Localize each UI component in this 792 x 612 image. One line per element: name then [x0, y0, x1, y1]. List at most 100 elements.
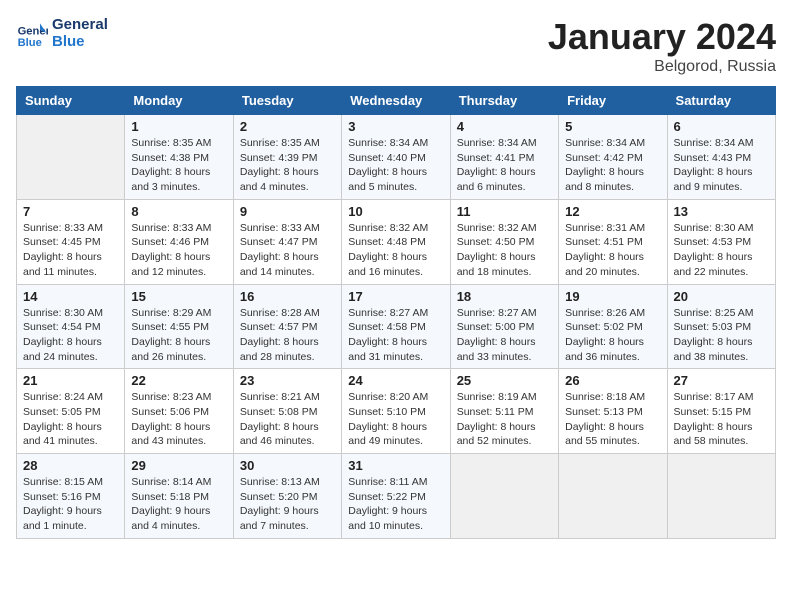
day-number: 5	[565, 119, 660, 134]
cell-4-4: 24Sunrise: 8:20 AMSunset: 5:10 PMDayligh…	[342, 369, 450, 454]
cell-2-3: 9 Sunrise: 8:33 AMSunset: 4:47 PMDaylight…	[233, 199, 341, 284]
cell-1-6: 5 Sunrise: 8:34 AMSunset: 4:42 PMDaylight…	[559, 115, 667, 200]
day-number: 1	[131, 119, 226, 134]
day-info: Sunrise: 8:26 AMSunset: 5:02 PMDaylight:…	[565, 306, 660, 365]
col-tuesday: Tuesday	[233, 87, 341, 115]
col-sunday: Sunday	[17, 87, 125, 115]
day-info: Sunrise: 8:21 AMSunset: 5:08 PMDaylight:…	[240, 390, 335, 449]
week-row-1: 1Sunrise: 8:35 AMSunset: 4:38 PMDaylight…	[17, 115, 776, 200]
cell-2-6: 12Sunrise: 8:31 AMSunset: 4:51 PMDayligh…	[559, 199, 667, 284]
cell-1-7: 6 Sunrise: 8:34 AMSunset: 4:43 PMDaylight…	[667, 115, 775, 200]
cell-1-3: 2 Sunrise: 8:35 AMSunset: 4:39 PMDaylight…	[233, 115, 341, 200]
day-info: Sunrise: 8:33 AMSunset: 4:46 PMDaylight:…	[131, 221, 226, 280]
day-info: Sunrise: 8:24 AMSunset: 5:05 PMDaylight:…	[23, 390, 118, 449]
day-info: Sunrise: 8:33 AMSunset: 4:45 PMDaylight:…	[23, 221, 118, 280]
day-info: Sunrise: 8:35 AMSunset: 4:39 PMDaylight:…	[240, 136, 335, 195]
svg-text:Blue: Blue	[18, 37, 42, 49]
day-number: 30	[240, 458, 335, 473]
day-info: Sunrise: 8:30 AMSunset: 4:53 PMDaylight:…	[674, 221, 769, 280]
col-thursday: Thursday	[450, 87, 558, 115]
day-info: Sunrise: 8:34 AMSunset: 4:42 PMDaylight:…	[565, 136, 660, 195]
day-number: 7	[23, 204, 118, 219]
day-number: 16	[240, 289, 335, 304]
col-monday: Monday	[125, 87, 233, 115]
cell-5-7	[667, 454, 775, 539]
cell-5-2: 29Sunrise: 8:14 AMSunset: 5:18 PMDayligh…	[125, 454, 233, 539]
cell-1-5: 4 Sunrise: 8:34 AMSunset: 4:41 PMDaylight…	[450, 115, 558, 200]
day-info: Sunrise: 8:32 AMSunset: 4:48 PMDaylight:…	[348, 221, 443, 280]
page-header: General Blue General Blue January 2024 B…	[16, 16, 776, 76]
day-number: 10	[348, 204, 443, 219]
cell-5-3: 30 Sunrise: 8:13 AMSunset: 5:20 PMDayligh…	[233, 454, 341, 539]
day-info: Sunrise: 8:28 AMSunset: 4:57 PMDaylight:…	[240, 306, 335, 365]
cell-5-6	[559, 454, 667, 539]
day-number: 6	[674, 119, 769, 134]
logo: General Blue General Blue	[16, 16, 108, 50]
cell-1-2: 1Sunrise: 8:35 AMSunset: 4:38 PMDaylight…	[125, 115, 233, 200]
cell-2-2: 8Sunrise: 8:33 AMSunset: 4:46 PMDaylight…	[125, 199, 233, 284]
day-info: Sunrise: 8:19 AMSunset: 5:11 PMDaylight:…	[457, 390, 552, 449]
day-number: 2	[240, 119, 335, 134]
day-number: 25	[457, 373, 552, 388]
day-number: 27	[674, 373, 769, 388]
cell-2-4: 10 Sunrise: 8:32 AMSunset: 4:48 PMDayligh…	[342, 199, 450, 284]
week-row-2: 7 Sunrise: 8:33 AMSunset: 4:45 PMDaylight…	[17, 199, 776, 284]
day-number: 14	[23, 289, 118, 304]
week-row-3: 14 Sunrise: 8:30 AMSunset: 4:54 PMDayligh…	[17, 284, 776, 369]
day-number: 19	[565, 289, 660, 304]
cell-5-5	[450, 454, 558, 539]
day-info: Sunrise: 8:30 AMSunset: 4:54 PMDaylight:…	[23, 306, 118, 365]
day-info: Sunrise: 8:18 AMSunset: 5:13 PMDaylight:…	[565, 390, 660, 449]
calendar-header: Sunday Monday Tuesday Wednesday Thursday…	[17, 87, 776, 115]
day-number: 9	[240, 204, 335, 219]
logo-general: General	[52, 16, 108, 33]
day-info: Sunrise: 8:27 AMSunset: 5:00 PMDaylight:…	[457, 306, 552, 365]
logo-icon: General Blue	[16, 17, 48, 49]
day-number: 23	[240, 373, 335, 388]
day-number: 29	[131, 458, 226, 473]
day-number: 4	[457, 119, 552, 134]
cell-4-7: 27 Sunrise: 8:17 AMSunset: 5:15 PMDayligh…	[667, 369, 775, 454]
day-number: 17	[348, 289, 443, 304]
day-number: 18	[457, 289, 552, 304]
day-number: 3	[348, 119, 443, 134]
day-info: Sunrise: 8:29 AMSunset: 4:55 PMDaylight:…	[131, 306, 226, 365]
cell-2-1: 7 Sunrise: 8:33 AMSunset: 4:45 PMDaylight…	[17, 199, 125, 284]
cell-5-4: 31Sunrise: 8:11 AMSunset: 5:22 PMDayligh…	[342, 454, 450, 539]
cell-4-5: 25 Sunrise: 8:19 AMSunset: 5:11 PMDayligh…	[450, 369, 558, 454]
day-number: 12	[565, 204, 660, 219]
svg-text:General: General	[18, 26, 48, 38]
day-info: Sunrise: 8:32 AMSunset: 4:50 PMDaylight:…	[457, 221, 552, 280]
week-row-4: 21Sunrise: 8:24 AMSunset: 5:05 PMDayligh…	[17, 369, 776, 454]
day-info: Sunrise: 8:20 AMSunset: 5:10 PMDaylight:…	[348, 390, 443, 449]
cell-3-4: 17Sunrise: 8:27 AMSunset: 4:58 PMDayligh…	[342, 284, 450, 369]
day-info: Sunrise: 8:25 AMSunset: 5:03 PMDaylight:…	[674, 306, 769, 365]
col-friday: Friday	[559, 87, 667, 115]
month-year-title: January 2024	[548, 16, 776, 58]
day-number: 15	[131, 289, 226, 304]
day-number: 11	[457, 204, 552, 219]
day-info: Sunrise: 8:34 AMSunset: 4:43 PMDaylight:…	[674, 136, 769, 195]
cell-3-3: 16 Sunrise: 8:28 AMSunset: 4:57 PMDayligh…	[233, 284, 341, 369]
cell-1-1	[17, 115, 125, 200]
day-number: 20	[674, 289, 769, 304]
header-row: Sunday Monday Tuesday Wednesday Thursday…	[17, 87, 776, 115]
cell-4-6: 26Sunrise: 8:18 AMSunset: 5:13 PMDayligh…	[559, 369, 667, 454]
cell-4-1: 21Sunrise: 8:24 AMSunset: 5:05 PMDayligh…	[17, 369, 125, 454]
cell-2-5: 11 Sunrise: 8:32 AMSunset: 4:50 PMDayligh…	[450, 199, 558, 284]
day-info: Sunrise: 8:33 AMSunset: 4:47 PMDaylight:…	[240, 221, 335, 280]
cell-3-7: 20 Sunrise: 8:25 AMSunset: 5:03 PMDayligh…	[667, 284, 775, 369]
col-wednesday: Wednesday	[342, 87, 450, 115]
cell-4-3: 23 Sunrise: 8:21 AMSunset: 5:08 PMDayligh…	[233, 369, 341, 454]
day-info: Sunrise: 8:17 AMSunset: 5:15 PMDaylight:…	[674, 390, 769, 449]
cell-3-6: 19 Sunrise: 8:26 AMSunset: 5:02 PMDayligh…	[559, 284, 667, 369]
cell-1-4: 3 Sunrise: 8:34 AMSunset: 4:40 PMDaylight…	[342, 115, 450, 200]
logo-blue: Blue	[52, 33, 108, 50]
day-info: Sunrise: 8:23 AMSunset: 5:06 PMDaylight:…	[131, 390, 226, 449]
week-row-5: 28Sunrise: 8:15 AMSunset: 5:16 PMDayligh…	[17, 454, 776, 539]
cell-2-7: 13Sunrise: 8:30 AMSunset: 4:53 PMDayligh…	[667, 199, 775, 284]
day-info: Sunrise: 8:34 AMSunset: 4:41 PMDaylight:…	[457, 136, 552, 195]
day-info: Sunrise: 8:34 AMSunset: 4:40 PMDaylight:…	[348, 136, 443, 195]
calendar-body: 1Sunrise: 8:35 AMSunset: 4:38 PMDaylight…	[17, 115, 776, 539]
day-info: Sunrise: 8:13 AMSunset: 5:20 PMDaylight:…	[240, 475, 335, 534]
